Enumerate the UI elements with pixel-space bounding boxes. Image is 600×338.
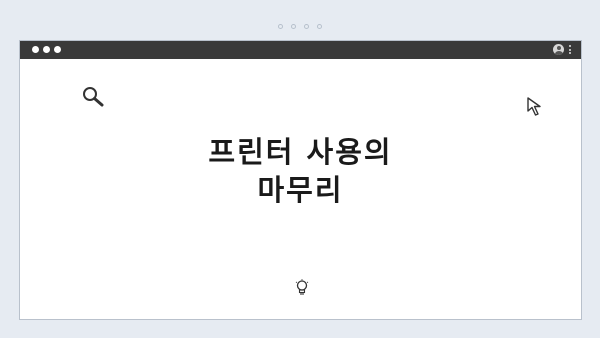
window-titlebar	[20, 41, 581, 59]
page-title-line-1: 프린터 사용의	[208, 135, 393, 169]
close-window-button[interactable]	[32, 46, 39, 53]
window-content: 프린터 사용의 마무리	[20, 59, 581, 319]
minimize-window-button[interactable]	[43, 46, 50, 53]
page-dot	[278, 24, 283, 29]
window-controls	[32, 46, 61, 53]
page-dot	[304, 24, 309, 29]
page-title: 프린터 사용의 마무리	[20, 133, 581, 209]
cursor-icon	[527, 97, 541, 116]
browser-window: 프린터 사용의 마무리	[19, 40, 582, 320]
page-indicator	[0, 24, 600, 29]
search-icon	[83, 87, 104, 107]
maximize-window-button[interactable]	[54, 46, 61, 53]
page-title-line-2: 마무리	[257, 173, 344, 207]
kebab-menu-icon[interactable]	[569, 45, 571, 54]
page-dot	[291, 24, 296, 29]
lightbulb-icon	[295, 279, 309, 295]
profile-icon[interactable]	[553, 44, 564, 55]
slide-stage: 프린터 사용의 마무리	[0, 0, 600, 338]
titlebar-actions	[553, 44, 571, 55]
page-dot	[317, 24, 322, 29]
